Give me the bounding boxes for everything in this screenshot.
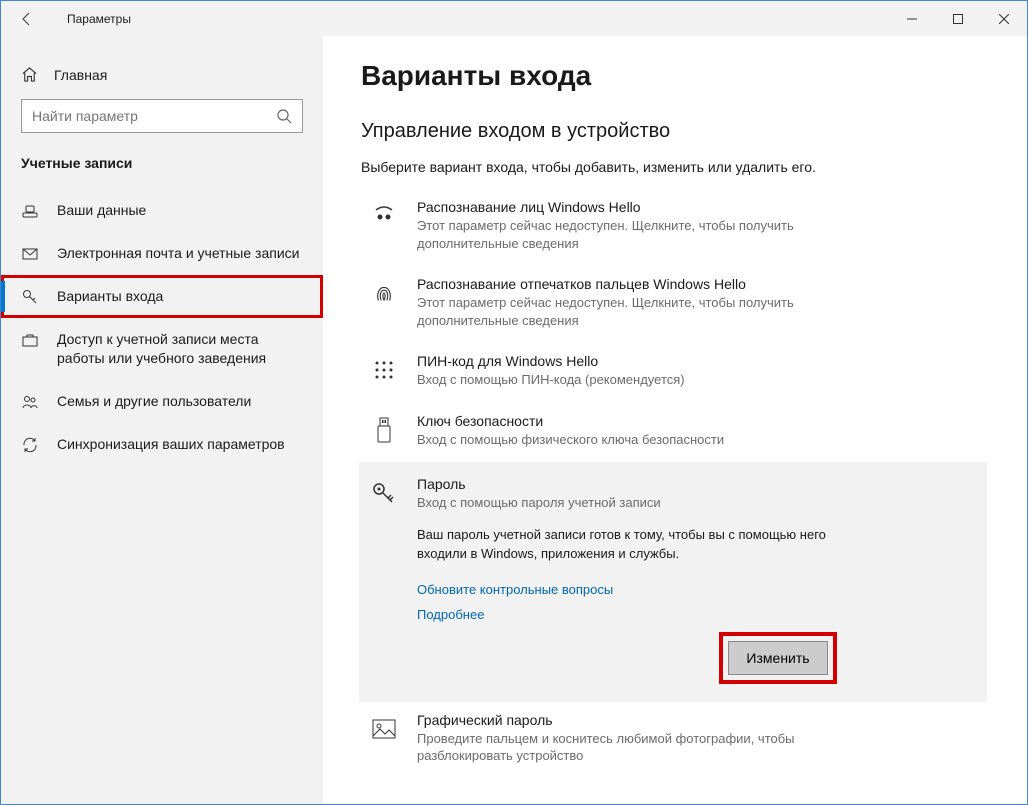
option-picture-password[interactable]: Графический пароль Проведите пальцем и к… bbox=[361, 702, 987, 779]
search-input[interactable] bbox=[32, 108, 276, 124]
usb-key-icon bbox=[369, 415, 399, 445]
home-nav[interactable]: Главная bbox=[1, 56, 323, 99]
option-title: Графический пароль bbox=[417, 712, 987, 728]
option-security-key[interactable]: Ключ безопасности Вход с помощью физичес… bbox=[361, 403, 987, 463]
password-key-icon bbox=[369, 478, 399, 508]
picture-icon bbox=[369, 714, 399, 744]
mail-icon bbox=[21, 245, 39, 263]
sync-icon bbox=[21, 436, 39, 454]
option-sub: Проведите пальцем и коснитесь любимой фо… bbox=[417, 730, 797, 765]
search-box[interactable] bbox=[21, 99, 303, 133]
page-description: Выберите вариант входа, чтобы добавить, … bbox=[361, 159, 987, 175]
face-icon bbox=[369, 201, 399, 231]
sidebar-item-family[interactable]: Семья и другие пользователи bbox=[1, 380, 323, 423]
maximize-button[interactable] bbox=[935, 3, 981, 35]
sidebar: Главная Учетные записи Ваши данные Элект… bbox=[1, 36, 323, 804]
option-sub: Этот параметр сейчас недоступен. Щелкнит… bbox=[417, 294, 797, 329]
sidebar-item-label: Ваши данные bbox=[57, 201, 146, 220]
option-title: Пароль bbox=[417, 476, 837, 492]
titlebar: Параметры bbox=[1, 1, 1027, 36]
sidebar-item-signin-options[interactable]: Варианты входа bbox=[1, 275, 323, 318]
home-icon bbox=[21, 66, 38, 83]
sidebar-item-email[interactable]: Электронная почта и учетные записи bbox=[1, 232, 323, 275]
option-pin[interactable]: ПИН-код для Windows Hello Вход с помощью… bbox=[361, 343, 987, 403]
learn-more-link[interactable]: Подробнее bbox=[417, 607, 837, 622]
option-fingerprint[interactable]: Распознавание отпечатков пальцев Windows… bbox=[361, 266, 987, 343]
sidebar-item-your-info[interactable]: Ваши данные bbox=[1, 189, 323, 232]
option-sub: Вход с помощью ПИН-кода (рекомендуется) bbox=[417, 371, 797, 389]
sidebar-nav-list: Ваши данные Электронная почта и учетные … bbox=[1, 189, 323, 466]
key-icon bbox=[21, 288, 39, 306]
sidebar-item-label: Электронная почта и учетные записи bbox=[57, 244, 299, 263]
page-title: Варианты входа bbox=[361, 60, 987, 92]
briefcase-icon bbox=[21, 331, 39, 349]
update-questions-link[interactable]: Обновите контрольные вопросы bbox=[417, 582, 837, 597]
change-button-highlight: Изменить bbox=[719, 632, 837, 684]
sidebar-item-label: Семья и другие пользователи bbox=[57, 392, 251, 411]
option-title: Распознавание отпечатков пальцев Windows… bbox=[417, 276, 987, 292]
pin-icon bbox=[369, 355, 399, 385]
minimize-button[interactable] bbox=[889, 3, 935, 35]
fingerprint-icon bbox=[369, 278, 399, 308]
sidebar-item-label: Доступ к учетной записи места работы или… bbox=[57, 330, 303, 368]
option-title: Ключ безопасности bbox=[417, 413, 987, 429]
option-face[interactable]: Распознавание лиц Windows Hello Этот пар… bbox=[361, 189, 987, 266]
people-icon bbox=[21, 393, 39, 411]
sidebar-item-work-access[interactable]: Доступ к учетной записи места работы или… bbox=[1, 318, 323, 380]
search-icon bbox=[276, 108, 292, 124]
close-button[interactable] bbox=[981, 3, 1027, 35]
sidebar-item-sync[interactable]: Синхронизация ваших параметров bbox=[1, 423, 323, 466]
back-button[interactable] bbox=[19, 11, 47, 27]
sidebar-section-header: Учетные записи bbox=[1, 155, 323, 189]
window-title: Параметры bbox=[47, 12, 889, 26]
sidebar-item-label: Синхронизация ваших параметров bbox=[57, 435, 285, 454]
option-title: Распознавание лиц Windows Hello bbox=[417, 199, 987, 215]
window-controls bbox=[889, 3, 1027, 35]
sidebar-item-label: Варианты входа bbox=[57, 287, 163, 306]
main-content: Варианты входа Управление входом в устро… bbox=[323, 36, 1027, 804]
change-button[interactable]: Изменить bbox=[728, 641, 828, 675]
user-icon bbox=[21, 202, 39, 220]
option-sub: Вход с помощью физического ключа безопас… bbox=[417, 431, 797, 449]
page-subtitle: Управление входом в устройство bbox=[361, 120, 987, 143]
password-prompt: Ваш пароль учетной записи готов к тому, … bbox=[417, 526, 837, 564]
signin-options-list: Распознавание лиц Windows Hello Этот пар… bbox=[361, 189, 987, 779]
option-title: ПИН-код для Windows Hello bbox=[417, 353, 987, 369]
option-password[interactable]: Пароль Вход с помощью пароля учетной зап… bbox=[359, 462, 987, 701]
option-sub: Вход с помощью пароля учетной записи bbox=[417, 494, 797, 512]
home-label: Главная bbox=[54, 67, 107, 83]
option-sub: Этот параметр сейчас недоступен. Щелкнит… bbox=[417, 217, 797, 252]
